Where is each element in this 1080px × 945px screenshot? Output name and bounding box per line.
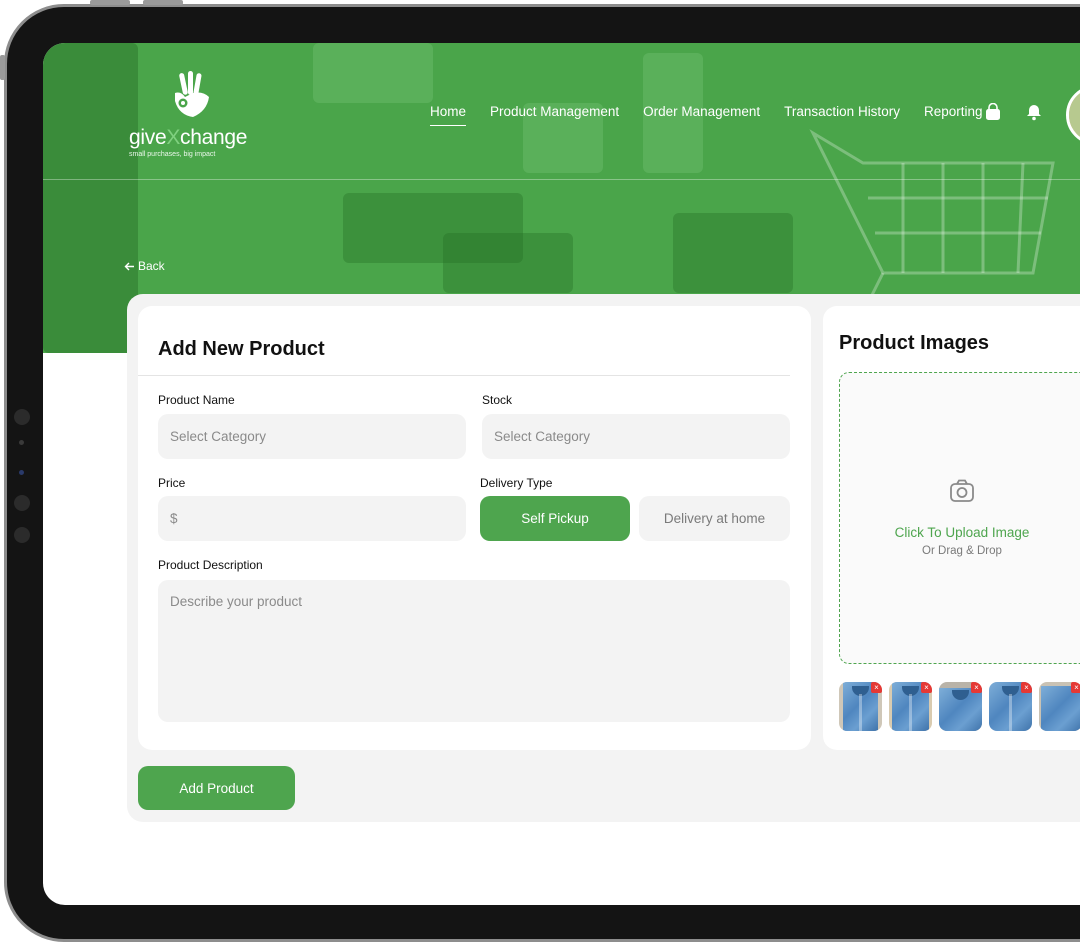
product-thumbnail[interactable]: × [889,682,932,731]
shirt-placket [1009,694,1012,731]
product-description-label: Product Description [158,558,263,572]
remove-image-button[interactable]: × [871,682,882,693]
delivery-at-home-option[interactable]: Delivery at home [639,496,790,541]
remove-image-button[interactable]: × [971,682,982,693]
price-input[interactable] [158,496,466,541]
nav-item-product-management[interactable]: Product Management [490,104,619,119]
bell-icon[interactable] [1025,103,1043,121]
main-nav: Home Product Management Order Management… [430,104,983,126]
stock-label: Stock [482,393,513,407]
camera-dot [14,527,30,543]
stock-input[interactable] [482,414,790,459]
hero-background-shape [43,43,138,353]
sensor-dot [19,470,24,475]
remove-image-button[interactable]: × [1021,682,1032,693]
upload-sublabel: Or Drag & Drop [922,545,1002,557]
hero-background-shape [673,213,793,293]
product-images-title: Product Images [839,332,990,354]
add-product-button[interactable]: Add Product [138,766,295,810]
tablet-side-button [0,55,5,80]
price-label: Price [158,476,186,490]
camera-dot [14,495,30,511]
product-thumbnail[interactable]: × [989,682,1032,731]
product-thumbnail[interactable]: × [839,682,882,731]
product-name-label: Product Name [158,393,235,407]
product-thumbnail[interactable]: × [939,682,982,731]
nav-item-home[interactable]: Home [430,104,467,126]
remove-image-button[interactable]: × [1071,682,1080,693]
screen: giveXchange small purchases, big impact … [43,43,1080,905]
arrow-left-icon [124,262,134,270]
back-label: Back [138,259,165,273]
hero-background-shape [443,233,573,293]
card-divider [138,375,790,376]
tablet-top-button [90,0,130,5]
upload-label: Click To Upload Image [894,525,1030,540]
product-name-input[interactable] [158,414,466,459]
nav-item-reporting[interactable]: Reporting [924,104,983,119]
product-thumbnail[interactable]: × [1039,682,1080,731]
remove-image-button[interactable]: × [921,682,932,693]
brand-logo[interactable]: giveXchange small purchases, big impact [129,71,259,161]
camera-dot [14,409,30,425]
add-product-card: Add New Product Product Name Stock Price… [138,306,811,750]
image-upload-dropzone[interactable]: Click To Upload Image Or Drag & Drop [839,372,1080,664]
sensor-dot [19,440,24,445]
product-images-card: Product Images Click To Upload Image Or … [823,306,1080,750]
back-link[interactable]: Back [124,259,165,273]
tablet-top-button-2 [143,0,183,5]
self-pickup-option[interactable]: Self Pickup [480,496,630,541]
hero-divider [43,179,1080,180]
stage: giveXchange small purchases, big impact … [0,0,1080,945]
delivery-type-label: Delivery Type [480,476,553,490]
shirt-placket [859,694,862,731]
camera-icon [950,479,974,502]
cart-illustration [809,129,1055,314]
thumbnail-strip: × × × × × [839,682,1080,731]
page-title: Add New Product [158,338,325,360]
nav-item-order-management[interactable]: Order Management [643,104,760,119]
shopping-bag-icon[interactable] [984,103,1002,121]
hand-logo-icon [175,71,209,117]
brand-wordmark: giveXchange [129,126,248,149]
product-description-input[interactable] [158,580,790,722]
shirt-placket [909,694,912,731]
hero-background-shape [313,43,433,103]
nav-item-transaction-history[interactable]: Transaction History [784,104,900,119]
brand-tagline: small purchases, big impact [129,151,216,158]
